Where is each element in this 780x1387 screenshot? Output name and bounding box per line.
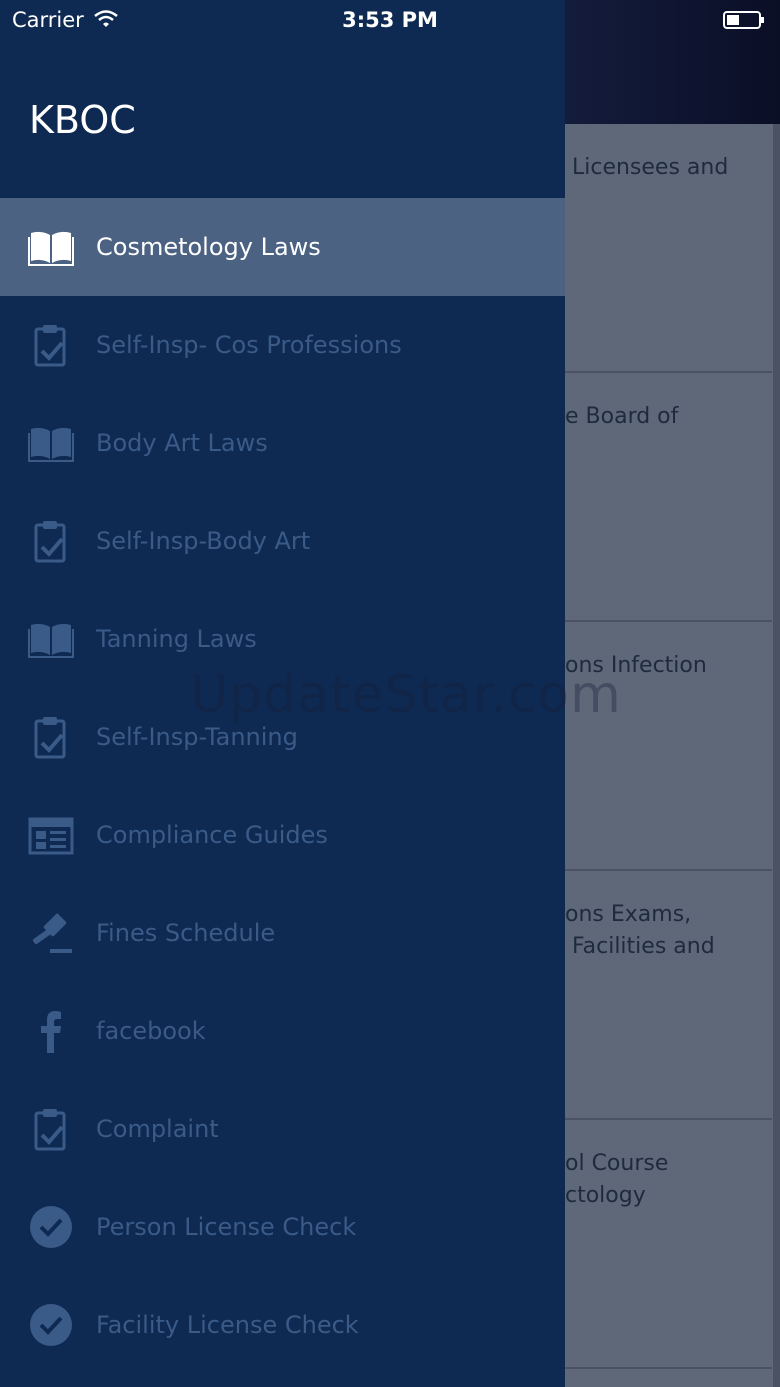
menu-item-facebook[interactable]: facebook (0, 982, 565, 1080)
navigation-drawer: KBOC Cosmetology Laws Self-Insp- Cos Pro… (0, 0, 565, 1387)
menu-item-label: facebook (96, 1017, 206, 1045)
list-item-text: e Board of (565, 404, 679, 429)
menu-item-label: Person License Check (96, 1213, 357, 1241)
menu-item-tanning-laws[interactable]: Tanning Laws (0, 590, 565, 688)
menu-item-cosmetology-laws[interactable]: Cosmetology Laws (0, 198, 565, 296)
clipboard-check-icon (28, 1107, 74, 1151)
menu-item-label: Complaint (96, 1115, 219, 1143)
list-item-text: ons Infection (565, 653, 707, 678)
status-bar: Carrier 3:53 PM (0, 0, 780, 40)
menu-item-label: Fines Schedule (96, 919, 276, 947)
menu-item-label: Body Art Laws (96, 429, 268, 457)
clipboard-check-icon (28, 323, 74, 367)
book-icon (28, 421, 74, 465)
clipboard-check-icon (28, 715, 74, 759)
list-item[interactable]: ons Infection (565, 622, 772, 871)
menu-item-self-insp-cos-professions[interactable]: Self-Insp- Cos Professions (0, 296, 565, 394)
menu-item-label: Self-Insp-Body Art (96, 527, 311, 555)
list-item[interactable]: e Board of (565, 373, 772, 622)
clipboard-check-icon (28, 519, 74, 563)
menu-item-compliance-guides[interactable]: Compliance Guides (0, 786, 565, 884)
check-circle-icon (28, 1205, 74, 1249)
list-item-text: ons Exams, Facilities and (565, 902, 715, 959)
gavel-icon (28, 911, 74, 955)
menu-item-label: Compliance Guides (96, 821, 328, 849)
list-item[interactable]: ons Exams, Facilities and (565, 871, 772, 1120)
menu-item-fines-schedule[interactable]: Fines Schedule (0, 884, 565, 982)
list-item-text: Licensees and (565, 155, 729, 180)
menu-item-label: Tanning Laws (96, 625, 257, 653)
menu-item-body-art-laws[interactable]: Body Art Laws (0, 394, 565, 492)
check-circle-icon (28, 1303, 74, 1347)
list-item[interactable]: Licensees and (565, 124, 772, 373)
menu-item-self-insp-body-art[interactable]: Self-Insp-Body Art (0, 492, 565, 590)
menu-item-label: Self-Insp- Cos Professions (96, 331, 402, 359)
drawer-title: KBOC (29, 98, 136, 142)
newspaper-icon (28, 813, 74, 857)
menu-item-facility-license-check[interactable]: Facility License Check (0, 1276, 565, 1374)
menu-item-label: Self-Insp-Tanning (96, 723, 298, 751)
list-item-text: ol Course ctology (565, 1151, 669, 1208)
menu-item-person-license-check[interactable]: Person License Check (0, 1178, 565, 1276)
menu-item-complaint[interactable]: Complaint (0, 1080, 565, 1178)
status-time: 3:53 PM (342, 8, 438, 32)
list-item[interactable]: ol Course ctology (565, 1120, 772, 1369)
main-content-list: Licensees and e Board of ons Infection o… (565, 124, 780, 1387)
menu-item-label: Cosmetology Laws (96, 233, 321, 261)
scrollbar[interactable] (773, 124, 780, 1387)
facebook-icon (28, 1009, 74, 1053)
menu-item-self-insp-tanning[interactable]: Self-Insp-Tanning (0, 688, 565, 786)
book-icon (28, 617, 74, 661)
battery-icon (723, 10, 764, 29)
drawer-menu: Cosmetology Laws Self-Insp- Cos Professi… (0, 198, 565, 1374)
book-icon (28, 225, 74, 269)
menu-item-label: Facility License Check (96, 1311, 359, 1339)
